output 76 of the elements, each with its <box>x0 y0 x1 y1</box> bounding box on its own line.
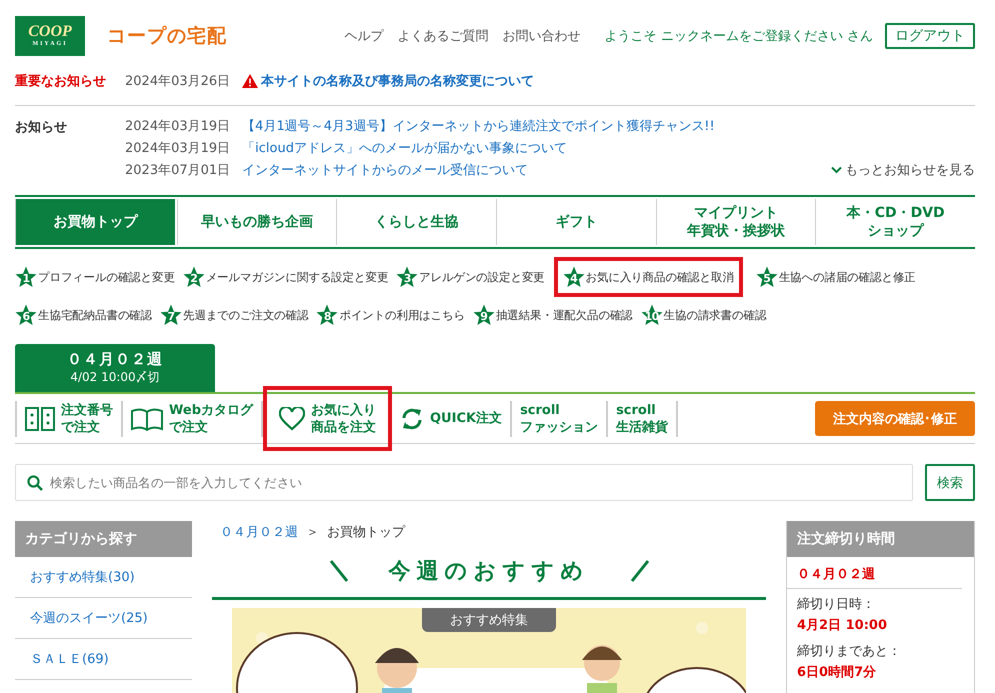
star-icon <box>640 304 663 326</box>
sidebar-heading: カテゴリから探す <box>15 521 192 557</box>
order-tool-link[interactable]: scroll 生活雑貨 <box>608 400 678 436</box>
breadcrumb-separator: ＞ <box>306 524 319 541</box>
star-icon <box>182 266 205 288</box>
star-icon <box>160 304 182 326</box>
account-menu-link[interactable]: 5 生協への諸届の確認と修正 <box>756 266 916 288</box>
star-icon <box>562 266 585 288</box>
section-heading: 今週のおすすめ <box>212 545 766 600</box>
nav-tab[interactable]: くらしと生協 <box>336 199 496 245</box>
notice-date: 2024年03月26日 <box>125 73 230 90</box>
account-menu-link[interactable]: 2 メールマガジンに関する設定と変更 <box>182 266 388 288</box>
account-menu-link[interactable]: 9 抽選結果・運配欠品の確認 <box>472 304 633 326</box>
deadline-value: 6日0時間7分 <box>796 664 878 682</box>
header-link[interactable]: お問い合わせ <box>502 26 581 44</box>
notice-link[interactable]: インターネットサイトからのメール受信について <box>242 161 528 179</box>
breadcrumb-link[interactable]: ０４月０２週 <box>220 523 298 541</box>
account-menu-link[interactable]: 8 ポイントの利用はこちら <box>316 304 465 326</box>
banner-tag: おすすめ特集 <box>422 608 556 632</box>
refresh-icon <box>400 406 424 430</box>
account-menu-link[interactable]: 1 プロフィールの確認と変更 <box>15 266 175 288</box>
search-icon <box>27 475 43 491</box>
star-icon <box>15 266 37 288</box>
deadline-label: 締切りまであと： <box>796 643 902 661</box>
chevron-down-icon <box>831 166 842 174</box>
deadline-heading: 注文締切り時間 <box>787 521 974 557</box>
more-notices-link[interactable]: もっとお知らせを見る <box>831 158 975 181</box>
book-icon <box>131 406 163 430</box>
nav-tab[interactable]: ギフト <box>496 199 656 245</box>
deadline-value: 4月2日 10:00 <box>796 617 888 635</box>
search-field[interactable]: 検索したい商品名の一部を入力してください <box>15 464 913 501</box>
slash-icon <box>328 559 348 583</box>
notice-link[interactable]: 【4月1週号～4月3週号】インターネットから連続注文でポイント獲得チャンス!! <box>242 117 715 135</box>
star-icon <box>472 304 495 326</box>
account-menu-link[interactable]: 6 生協宅配納品書の確認 <box>15 304 152 326</box>
deadline-label: 締切り日時： <box>796 596 876 614</box>
account-menu-link[interactable]: 7 先週までのご注文の確認 <box>160 304 308 326</box>
important-label: 重要なお知らせ <box>15 72 107 90</box>
nav-tab[interactable]: お買物トップ <box>15 199 175 245</box>
heart-icon <box>279 406 305 430</box>
notice-link[interactable]: 本サイトの名称及び事務局の名称変更について <box>242 72 534 90</box>
account-menu-link[interactable]: 4 お気に入り商品の確認と取消 <box>554 257 743 297</box>
nav-tab[interactable]: 早いもの勝ち企画 <box>176 199 336 245</box>
week-tab[interactable]: ０４月０２週 4/02 10:00〆切 <box>15 344 215 392</box>
breadcrumb-current: お買物トップ <box>327 524 405 541</box>
site-title: コープの宅配 <box>107 24 227 48</box>
order-tool-link[interactable]: Webカタログ で注文 <box>123 400 263 436</box>
category-link[interactable]: 今週のスイーツ(25) <box>15 598 192 639</box>
warning-icon <box>242 74 258 88</box>
order-review-button[interactable]: 注文内容の確認･修正 <box>815 401 975 436</box>
star-icon <box>756 266 778 288</box>
notice-link[interactable]: 「icloudアドレス」へのメールが届かない事象について <box>242 139 567 157</box>
search-button[interactable]: 検索 <box>925 464 975 501</box>
slash-icon <box>630 559 650 583</box>
header-link[interactable]: よくあるご質問 <box>398 26 489 44</box>
order-tool-link[interactable]: 注文番号 で注文 <box>15 400 123 436</box>
welcome-text: ようこそ ニックネームをご登録ください さん <box>604 28 873 44</box>
grid-icon <box>25 406 55 432</box>
category-link[interactable]: おすすめ特集(30) <box>15 557 192 598</box>
account-menu-link[interactable]: 3 アレルゲンの設定と変更 <box>396 266 545 288</box>
order-tool-link[interactable]: お気に入り 商品を注文 <box>263 386 392 451</box>
notice-date: 2023年07月01日 <box>125 162 230 179</box>
header-link[interactable]: ヘルプ <box>344 26 384 44</box>
nav-tab[interactable]: マイプリント 年賀状・挨拶状 <box>656 199 816 245</box>
notice-date: 2024年03月19日 <box>125 118 230 135</box>
notice-label: お知らせ <box>15 119 68 136</box>
deadline-week: ０４月０２週 <box>787 557 962 589</box>
logout-button[interactable]: ログアウト <box>885 22 975 48</box>
star-icon <box>396 266 418 288</box>
star-icon <box>15 304 37 326</box>
nav-tab[interactable]: 本・CD・DVD ショップ <box>815 199 976 245</box>
order-tool-link[interactable]: scroll ファッション <box>512 400 608 436</box>
star-icon <box>316 304 338 326</box>
notice-date: 2024年03月19日 <box>125 140 230 157</box>
category-link[interactable]: ＳＡＬＥ(69) <box>15 639 192 680</box>
order-tool-link[interactable]: QUICK注文 <box>392 400 512 436</box>
